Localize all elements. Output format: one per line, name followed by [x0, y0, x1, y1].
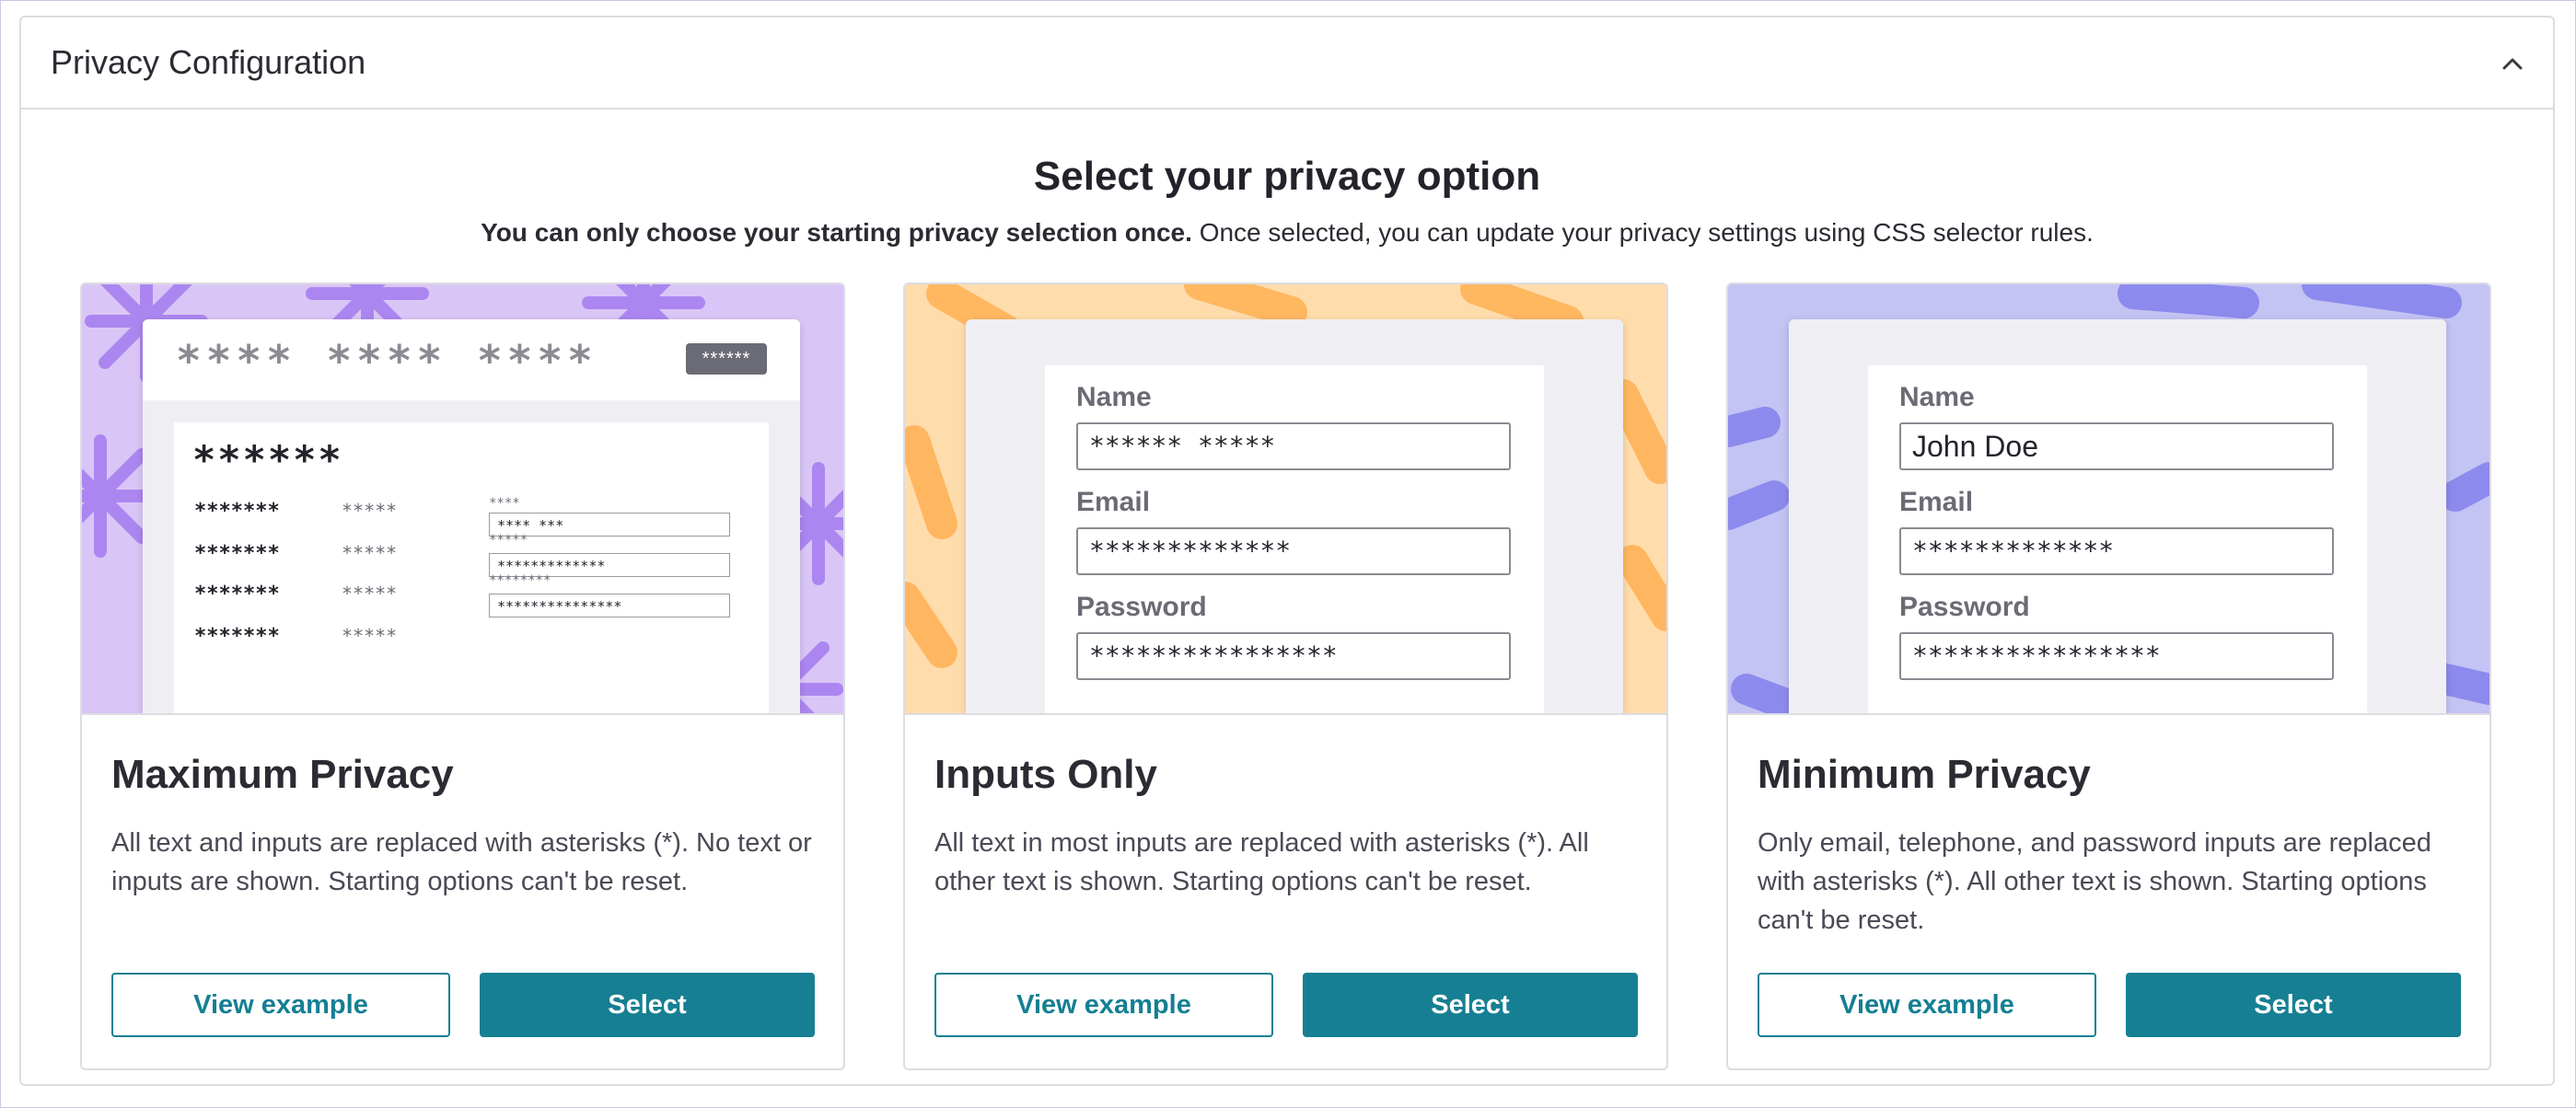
mock-email-input: *************	[1899, 527, 2334, 575]
minimum-privacy-preview: Name John Doe Email ************* Passwo…	[1728, 284, 2489, 715]
mock-email-label: Email	[1899, 487, 1974, 517]
page-heading: Select your privacy option	[1033, 154, 1541, 199]
card-title: Minimum Privacy	[1758, 752, 2091, 797]
mock-password-input: ****************	[1076, 632, 1511, 680]
mock-header-stars: **** **** ****	[176, 336, 598, 386]
card-title: Maximum Privacy	[111, 752, 454, 797]
mock-big-stars: ******	[192, 437, 343, 482]
card-title: Inputs Only	[934, 752, 1157, 797]
mock-row-col-a: *******	[194, 500, 280, 523]
mock-password-label: Password	[1076, 592, 1207, 622]
mock-row-col-a: *******	[194, 542, 280, 565]
mock-row-col-b: *****	[342, 542, 398, 564]
mock-name-label: Name	[1899, 382, 1975, 412]
mock-content: ****** ******* ***** **** **** *** *****…	[174, 422, 769, 713]
page: Privacy Configuration Select your privac…	[0, 0, 2576, 1108]
card-minimum-privacy: Name John Doe Email ************* Passwo…	[1726, 283, 2491, 1070]
select-button[interactable]: Select	[2126, 973, 2461, 1037]
mock-header-badge: ******	[686, 343, 767, 375]
card-inputs-only: Name ****** ***** Email ************* Pa…	[903, 283, 1668, 1070]
view-example-button[interactable]: View example	[111, 973, 450, 1037]
card-description: Only email, telephone, and password inpu…	[1758, 828, 2431, 935]
mock-row-input: ***************	[489, 594, 730, 617]
mock-form: Name ****** ***** Email ************* Pa…	[1045, 365, 1544, 713]
panel-header[interactable]: Privacy Configuration	[21, 17, 2553, 110]
mock-name-label: Name	[1076, 382, 1152, 412]
mock-row-col-c: *****	[489, 533, 528, 548]
mock-form: Name John Doe Email ************* Passwo…	[1868, 365, 2367, 713]
maximum-privacy-preview: **** **** **** ****** ****** ******* ***…	[82, 284, 843, 715]
mock-email-label: Email	[1076, 487, 1151, 517]
mock-row-col-b: *****	[342, 500, 398, 522]
mock-window: Name ****** ***** Email ************* Pa…	[966, 319, 1623, 713]
privacy-configuration-panel: Privacy Configuration Select your privac…	[19, 16, 2555, 1086]
panel-title: Privacy Configuration	[51, 43, 366, 81]
mock-email-input: *************	[1076, 527, 1511, 575]
subheading-bold: You can only choose your starting privac…	[481, 218, 1192, 247]
page-subheading: You can only choose your starting privac…	[21, 218, 2553, 248]
mock-password-input: ****************	[1899, 632, 2334, 680]
view-example-button[interactable]: View example	[1758, 973, 2096, 1037]
select-button[interactable]: Select	[480, 973, 815, 1037]
mock-window: Name John Doe Email ************* Passwo…	[1789, 319, 2446, 713]
mock-name-input: John Doe	[1899, 422, 2334, 470]
card-description: All text in most inputs are replaced wit…	[934, 828, 1589, 896]
mock-window: **** **** **** ****** ****** ******* ***…	[143, 319, 800, 713]
subheading-rest: Once selected, you can update your priva…	[1191, 218, 2094, 247]
mock-row-col-c: ****	[489, 496, 520, 511]
mock-row-col-c: ********	[489, 573, 551, 588]
select-button[interactable]: Select	[1303, 973, 1638, 1037]
mock-header: **** **** **** ******	[143, 319, 800, 400]
mock-password-label: Password	[1899, 592, 2030, 622]
mock-row-col-b: *****	[342, 625, 398, 647]
mock-row-col-b: *****	[342, 583, 398, 605]
mock-row-col-a: *******	[194, 625, 280, 648]
chevron-up-icon	[2502, 58, 2523, 70]
view-example-button[interactable]: View example	[934, 973, 1273, 1037]
mock-row-col-a: *******	[194, 583, 280, 606]
inputs-only-preview: Name ****** ***** Email ************* Pa…	[905, 284, 1666, 715]
mock-name-input: ****** *****	[1076, 422, 1511, 470]
card-maximum-privacy: **** **** **** ****** ****** ******* ***…	[80, 283, 845, 1070]
card-description: All text and inputs are replaced with as…	[111, 828, 812, 896]
collapse-button[interactable]	[2496, 47, 2529, 80]
